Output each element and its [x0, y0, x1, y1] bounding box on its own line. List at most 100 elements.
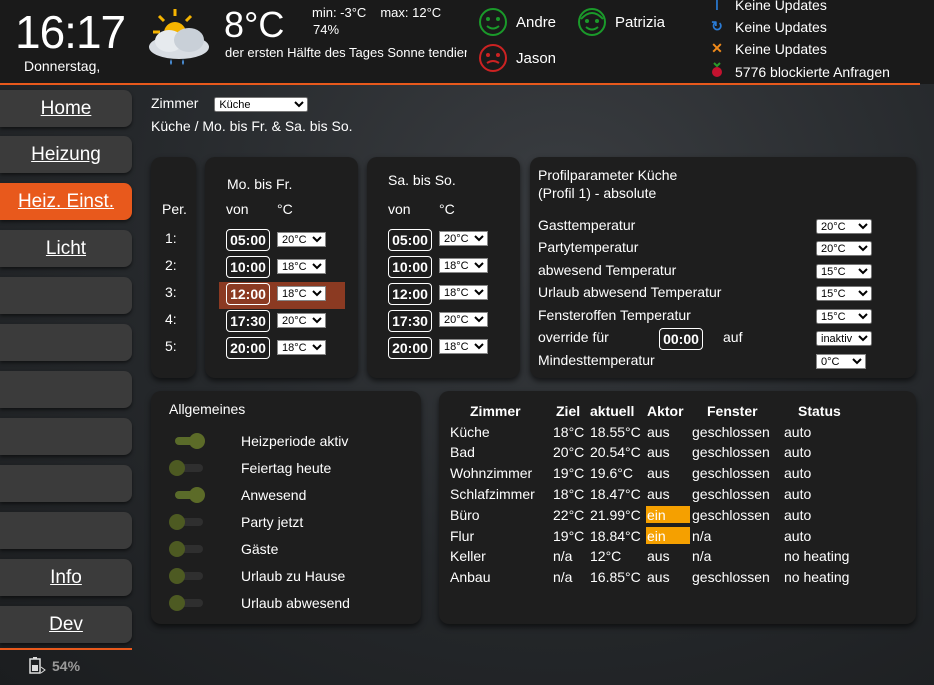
weekend-time-input[interactable]: 20:00	[388, 337, 432, 359]
urlaub-temp-select[interactable]: 15°C	[816, 286, 872, 301]
cell-window: geschlossen	[692, 444, 770, 460]
battery-status: 54%	[28, 657, 80, 675]
period-label: 2:	[165, 257, 177, 273]
cell-status: auto	[784, 424, 812, 440]
weekday-temp-select[interactable]: 18°C	[277, 340, 326, 355]
person-jason[interactable]: Jason	[478, 43, 556, 73]
cell-target: n/a	[553, 569, 573, 585]
override-value-select[interactable]: inaktiv	[816, 331, 872, 346]
cell-actor: aus	[647, 444, 670, 460]
room-select[interactable]: Küche	[214, 97, 309, 112]
weekend-col-temp: °C	[439, 201, 455, 217]
cell-current: 16.85°C	[590, 569, 641, 585]
weekend-time-input[interactable]: 17:30	[388, 310, 432, 332]
nav-empty-6[interactable]	[0, 512, 132, 549]
cell-current: 20.54°C	[590, 444, 641, 460]
raspberry-icon	[708, 62, 726, 81]
weekday-temp-select[interactable]: 20°C	[277, 232, 326, 247]
nav-info[interactable]: Info	[0, 559, 132, 596]
cell-room: Schlafzimmer	[450, 486, 535, 502]
toggle-heizperiode[interactable]	[169, 433, 205, 449]
room-label: Zimmer	[151, 95, 199, 111]
weekday-time-input[interactable]: 10:00	[226, 256, 270, 278]
nav-heiz-einst[interactable]: Heiz. Einst.	[0, 183, 132, 220]
weather-description: der ersten Hälfte des Tages Sonne tendie…	[225, 45, 467, 60]
min-temp-label: Mindesttemperatur	[538, 352, 655, 368]
nav-home[interactable]: Home	[0, 90, 132, 127]
toggle-urlaub-zuhause[interactable]	[169, 568, 205, 584]
toggle-label: Party jetzt	[241, 514, 304, 530]
weekday-temp-select[interactable]: 18°C	[277, 259, 326, 274]
gast-temp-select[interactable]: 20°C	[816, 219, 872, 234]
status-text: 5776 blockierte Anfragen	[735, 63, 890, 80]
person-name: Jason	[516, 49, 557, 67]
weekend-temp-select[interactable]: 18°C	[439, 339, 488, 354]
nav-empty-5[interactable]	[0, 465, 132, 502]
cell-current: 18.55°C	[590, 424, 641, 440]
col-header: Aktor	[647, 403, 684, 419]
weekday-temp-select[interactable]: 20°C	[277, 313, 326, 328]
fensteroffen-temp-select[interactable]: 15°C	[816, 309, 872, 324]
weekday-time-input[interactable]: 12:00	[226, 283, 270, 305]
param-label: Fensteroffen Temperatur	[538, 307, 691, 323]
weekend-time-input[interactable]: 10:00	[388, 256, 432, 278]
status-text: Keine Updates	[735, 40, 827, 57]
general-title: Allgemeines	[169, 401, 246, 417]
weekday-title: Mo. bis Fr.	[227, 176, 293, 192]
party-temp-select[interactable]: 20°C	[816, 241, 872, 256]
col-header: Zimmer	[470, 403, 521, 419]
x-icon: ✕	[711, 40, 723, 56]
weekend-temp-select[interactable]: 18°C	[439, 285, 488, 300]
cell-room: Wohnzimmer	[450, 465, 533, 481]
param-label: abwesend Temperatur	[538, 262, 677, 278]
nav-empty-1[interactable]	[0, 277, 132, 314]
toggle-feiertag[interactable]	[169, 460, 205, 476]
status-app-updates: ✕ Keine Updates	[708, 40, 827, 57]
col-header: aktuell	[590, 403, 635, 419]
abwesend-temp-select[interactable]: 15°C	[816, 264, 872, 279]
cell-actor: ein	[647, 528, 666, 544]
weekend-time-input[interactable]: 05:00	[388, 229, 432, 251]
cell-window: geschlossen	[692, 486, 770, 502]
weekend-time-input[interactable]: 12:00	[388, 283, 432, 305]
weekday-time-input[interactable]: 20:00	[226, 337, 270, 359]
person-andre[interactable]: Andre	[478, 7, 556, 37]
cell-actor: aus	[647, 465, 670, 481]
weekday-time-input[interactable]: 17:30	[226, 310, 270, 332]
min-temperature: min: -3°C	[312, 5, 367, 20]
weekend-temp-select[interactable]: 18°C	[439, 258, 488, 273]
period-label: 4:	[165, 311, 177, 327]
max-temperature: max: 12°C	[380, 5, 442, 20]
toggle-urlaub-abwesend[interactable]	[169, 595, 205, 611]
toggle-label: Heizperiode aktiv	[241, 433, 349, 449]
cell-target: 18°C	[553, 424, 585, 440]
nav-licht[interactable]: Licht	[0, 230, 132, 267]
min-temp-select[interactable]: 0°C	[816, 354, 866, 369]
profile-title: Profilparameter Küche	[538, 167, 678, 183]
weekday-time-input[interactable]: 05:00	[226, 229, 270, 251]
general-panel	[151, 391, 421, 624]
cell-status: auto	[784, 486, 812, 502]
override-time-input[interactable]: 00:00	[659, 328, 703, 350]
param-label: Urlaub abwesend Temperatur	[538, 284, 722, 300]
profile-subtitle: (Profil 1) - absolute	[538, 185, 657, 201]
nav-empty-4[interactable]	[0, 418, 132, 455]
weekend-temp-select[interactable]: 20°C	[439, 231, 488, 246]
person-name: Patrizia	[615, 13, 666, 31]
cell-status: auto	[784, 465, 812, 481]
person-patrizia[interactable]: Patrizia	[577, 7, 665, 37]
weekday-temp-select[interactable]: 18°C	[277, 286, 326, 301]
weekday-col-from: von	[226, 201, 249, 217]
period-label: 1:	[165, 230, 177, 246]
nav-dev[interactable]: Dev	[0, 606, 132, 643]
nav-heizung[interactable]: Heizung	[0, 136, 132, 173]
nav-empty-3[interactable]	[0, 371, 132, 408]
col-header: Ziel	[556, 403, 581, 419]
weekend-temp-select[interactable]: 20°C	[439, 312, 488, 327]
toggle-anwesend[interactable]	[169, 487, 205, 503]
toggle-party[interactable]	[169, 514, 205, 530]
humidity: 74%	[313, 22, 340, 37]
toggle-gaeste[interactable]	[169, 541, 205, 557]
status-text: Keine Updates	[735, 0, 827, 13]
nav-empty-2[interactable]	[0, 324, 132, 361]
